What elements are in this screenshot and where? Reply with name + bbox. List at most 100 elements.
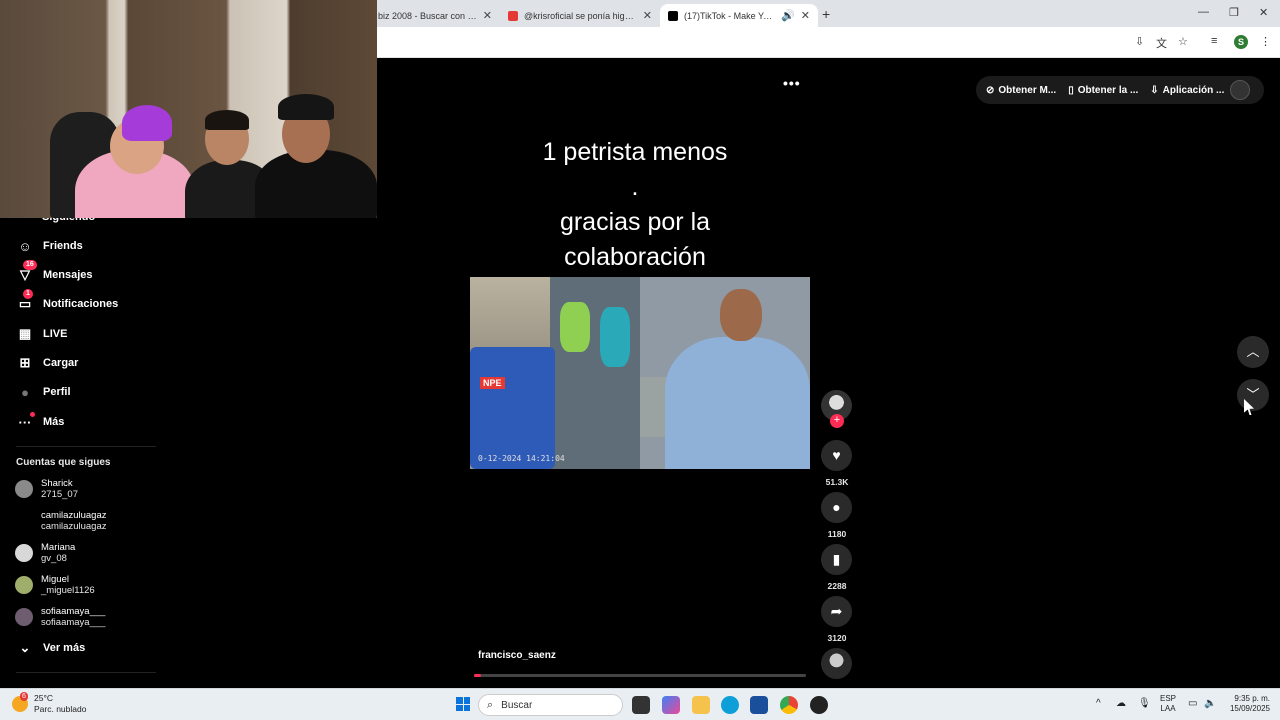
sidebar-item-label: Más	[43, 416, 65, 428]
translate-icon[interactable]: 文	[1156, 35, 1167, 51]
sidebar-item-upload[interactable]: ⊞ Cargar	[16, 353, 79, 373]
video-caption-line: .	[631, 173, 639, 201]
see-more-label: Ver más	[43, 642, 86, 654]
start-button[interactable]	[456, 697, 470, 711]
sidebar-item-profile[interactable]: ● Perfil	[16, 382, 70, 402]
avatar	[15, 544, 33, 562]
account-username: camilazuluagaz	[41, 521, 107, 532]
avatar	[15, 512, 33, 530]
notifications-badge: 1	[23, 289, 33, 299]
temperature: 25°C	[34, 693, 53, 703]
sidebar-item-friends[interactable]: ☺ Friends	[16, 236, 83, 256]
see-more-button[interactable]: ⌄ Ver más	[16, 638, 86, 658]
previous-video-button[interactable]: ︿	[1237, 336, 1269, 368]
desktop-app-button[interactable]: ⇩ Aplicación ...	[1150, 85, 1224, 96]
search-icon: ⌕	[487, 698, 494, 711]
account-name: Mariana	[41, 542, 76, 553]
follow-plus-icon[interactable]: +	[830, 414, 844, 428]
microphone-icon[interactable]: 🎙	[1138, 698, 1151, 709]
sidebar-item-label: LIVE	[43, 328, 68, 340]
save-button[interactable]: ▮	[821, 544, 852, 575]
comment-button[interactable]: ●	[821, 492, 852, 523]
video-progress-fill	[474, 674, 481, 677]
video-caption-line: gracias por la	[559, 208, 711, 236]
wifi-icon[interactable]: ▭	[1188, 698, 1197, 709]
new-tab-button[interactable]: +	[822, 6, 830, 22]
youtube-favicon-icon	[508, 10, 518, 21]
close-tab-icon[interactable]: ✕	[483, 9, 492, 22]
video-caption-line: 1 petrista menos	[542, 138, 728, 166]
tab-title: biz 2008 - Buscar con Goo	[378, 10, 477, 21]
speaker-icon[interactable]: 🔊	[781, 9, 795, 22]
following-account[interactable]: Mariana gv_08	[15, 542, 75, 564]
restore-icon[interactable]: ❐	[1229, 6, 1239, 19]
following-account[interactable]: Sharick 2715_07	[15, 478, 78, 500]
clock[interactable]: 9:35 p. m. 15/09/2025	[1226, 694, 1270, 714]
divider	[16, 446, 156, 447]
messages-badge: 16	[23, 260, 37, 270]
video-player[interactable]: NPE 0-12-2024 14:21:04	[470, 277, 810, 469]
chevron-down-icon: ⌄	[19, 640, 31, 655]
sound-avatar[interactable]	[821, 648, 852, 679]
browser-tab[interactable]: @krisroficial se ponía high en e ✕	[500, 4, 660, 27]
more-icon: ···	[16, 411, 35, 430]
sidebar-item-label: Mensajes	[43, 269, 93, 281]
edge-icon[interactable]	[721, 696, 739, 714]
account-username: sofiaamaya___	[41, 617, 106, 628]
following-section-title: Cuentas que sigues	[16, 457, 111, 468]
account-name: camilazuluagaz	[41, 510, 107, 521]
sidebar-item-notifications[interactable]: ▭ 1 Notificaciones	[16, 289, 119, 314]
like-count: 51.3K	[825, 477, 849, 487]
profile-avatar[interactable]: S	[1234, 35, 1248, 49]
comment-count: 1180	[827, 529, 847, 539]
video-author[interactable]: francisco_saenz	[478, 650, 556, 661]
taskbar-search[interactable]: ⌕ Buscar	[478, 694, 623, 716]
sidebar-item-live[interactable]: ▦ LIVE	[16, 324, 68, 344]
sidebar-item-more[interactable]: ··· Más	[16, 411, 65, 432]
share-arrow-icon: ➦	[830, 603, 843, 619]
get-app-button[interactable]: ▯ Obtener la ...	[1068, 85, 1138, 96]
task-view-icon[interactable]	[632, 696, 650, 714]
install-app-icon[interactable]: ⇩	[1135, 35, 1144, 48]
sidebar-item-messages[interactable]: ▽ 16 Mensajes	[16, 260, 93, 285]
video-progress-bar[interactable]	[474, 674, 806, 677]
following-account[interactable]: camilazuluagaz camilazuluagaz	[15, 510, 106, 532]
minimize-icon[interactable]: —	[1198, 6, 1209, 18]
live-icon: ▦	[18, 326, 32, 341]
divider	[16, 672, 156, 673]
volume-icon[interactable]: 🔈	[1204, 698, 1216, 709]
tray-overflow-icon[interactable]: ^	[1096, 698, 1101, 709]
next-video-button[interactable]: ﹀	[1237, 379, 1269, 411]
tab-title: @krisroficial se ponía high en e	[524, 10, 637, 21]
get-coins-button[interactable]: ⊘ Obtener M...	[986, 85, 1056, 96]
video-caption-line: colaboración	[564, 243, 706, 271]
browser-tab-active[interactable]: (17)TikTok - Make Your Day 🔊 ✕	[660, 4, 818, 27]
media-controls-icon[interactable]: ≡	[1211, 35, 1217, 47]
copilot-icon[interactable]	[662, 696, 680, 714]
profile-icon: ●	[21, 384, 29, 400]
sidebar-item-label: Notificaciones	[43, 298, 119, 310]
following-account[interactable]: Miguel _miguel1126	[15, 574, 95, 596]
tab-title: (17)TikTok - Make Your Day	[684, 10, 776, 21]
bookmark-star-icon[interactable]: ☆	[1178, 35, 1188, 48]
friends-icon: ☺	[18, 238, 32, 254]
user-avatar[interactable]	[1230, 80, 1250, 100]
weather-widget[interactable]: 6 25°C Parc. nublado	[12, 692, 86, 715]
language-indicator[interactable]: ESP LAA	[1160, 694, 1176, 714]
app-icon[interactable]	[810, 696, 828, 714]
like-button[interactable]: ♥	[821, 440, 852, 471]
file-explorer-icon[interactable]	[692, 696, 710, 714]
close-tab-icon[interactable]: ✕	[643, 9, 652, 22]
heart-icon: ♥	[832, 447, 841, 463]
share-button[interactable]: ➦	[821, 596, 852, 627]
chrome-icon[interactable]	[780, 696, 798, 714]
store-icon[interactable]	[750, 696, 768, 714]
close-tab-icon[interactable]: ✕	[801, 9, 810, 22]
following-account[interactable]: sofiaamaya___ sofiaamaya___	[15, 606, 105, 628]
sidebar-item-label: Friends	[43, 240, 83, 252]
network-app-icon[interactable]: ☁	[1116, 698, 1126, 709]
menu-icon[interactable]: ⋮	[1260, 35, 1271, 48]
more-options-icon[interactable]: •••	[783, 75, 801, 91]
browser-tab[interactable]: biz 2008 - Buscar con Goo ✕	[370, 4, 500, 27]
close-window-icon[interactable]: ✕	[1259, 6, 1268, 19]
